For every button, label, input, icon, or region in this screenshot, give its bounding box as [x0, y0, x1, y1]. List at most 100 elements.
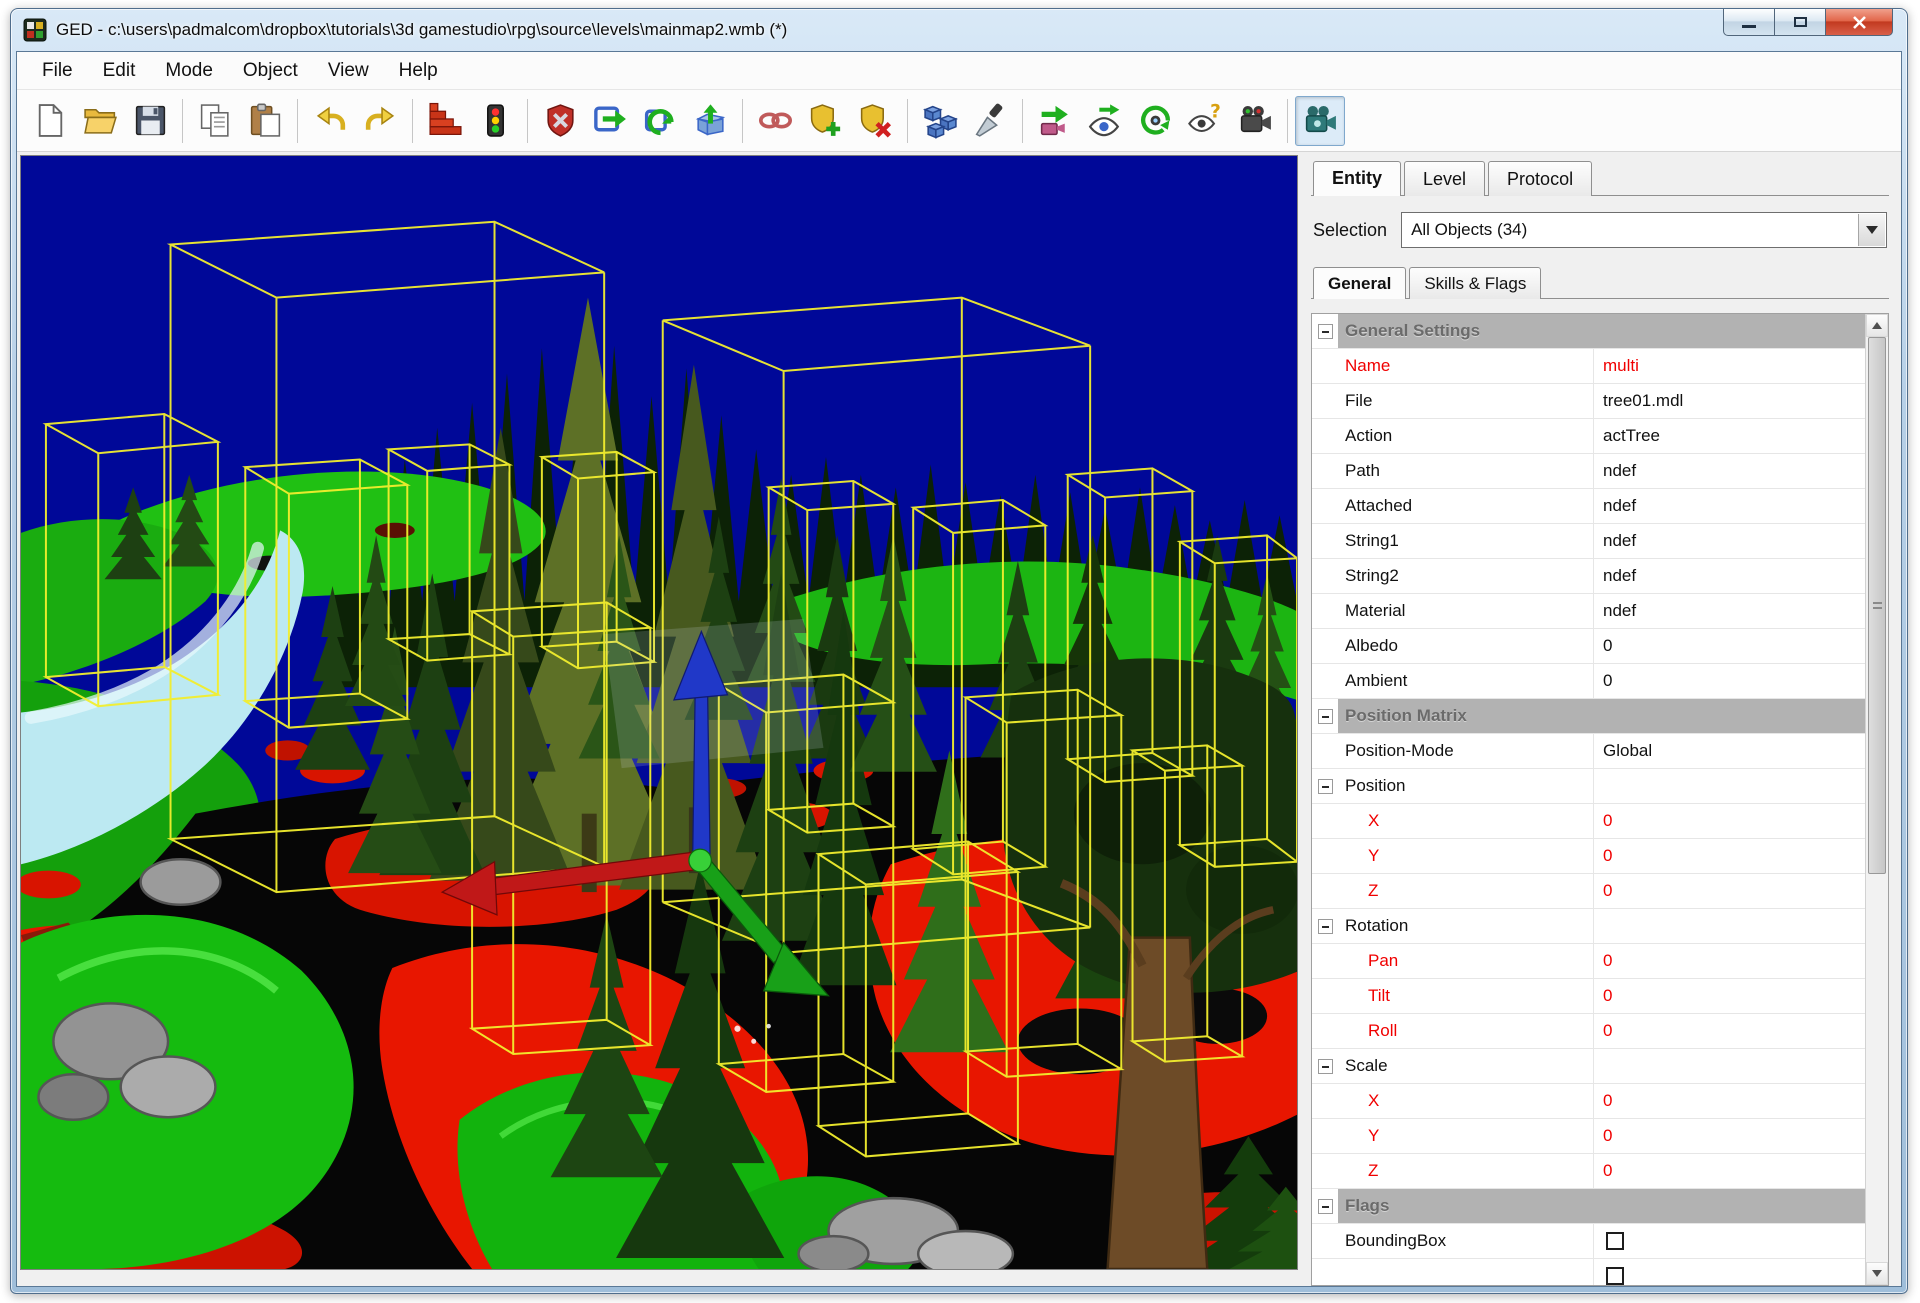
menu-file[interactable]: File [27, 54, 88, 88]
property-value[interactable] [1594, 1259, 1865, 1285]
scrollbar-thumb[interactable] [1868, 337, 1886, 874]
camera-view-button[interactable] [1295, 96, 1345, 146]
build-button[interactable] [420, 96, 470, 146]
menu-edit[interactable]: Edit [88, 54, 151, 88]
run-button[interactable] [470, 96, 520, 146]
menu-view[interactable]: View [313, 54, 384, 88]
property-value[interactable]: 0 [1594, 1154, 1865, 1188]
camera-target-button[interactable]: ? [1180, 96, 1230, 146]
property-value[interactable]: 0 [1594, 874, 1865, 908]
open-button[interactable] [75, 96, 125, 146]
property-value[interactable]: 0 [1594, 664, 1865, 698]
tab-protocol[interactable]: Protocol [1488, 161, 1592, 196]
expand-column [1312, 594, 1338, 628]
expand-column [1312, 769, 1338, 803]
expand-column [1312, 699, 1338, 733]
group-header-label: Position Matrix [1338, 699, 1865, 733]
row-blank [1312, 1259, 1865, 1285]
property-value[interactable]: tree01.mdl [1594, 384, 1865, 418]
property-value[interactable]: ndef [1594, 594, 1865, 628]
remove-entity-button[interactable] [850, 96, 900, 146]
toolbar-separator [742, 99, 743, 143]
camera-pan-button[interactable] [1080, 96, 1130, 146]
add-entity-button[interactable] [800, 96, 850, 146]
checkbox[interactable] [1606, 1267, 1624, 1285]
property-value[interactable]: 0 [1594, 979, 1865, 1013]
viewport-canvas[interactable] [20, 155, 1298, 1270]
tab-level[interactable]: Level [1404, 161, 1485, 196]
material-button[interactable] [965, 96, 1015, 146]
collapse-icon[interactable] [1318, 919, 1333, 934]
property-value[interactable]: ndef [1594, 454, 1865, 488]
selection-dropdown[interactable]: All Objects (34) [1401, 212, 1887, 248]
arrow-up-icon [1872, 322, 1882, 329]
titlebar[interactable]: GED - c:\users\padmalcom\dropbox\tutoria… [11, 9, 1907, 51]
property-value[interactable] [1594, 1049, 1865, 1083]
redo-icon [362, 102, 399, 139]
scroll-up-button[interactable] [1866, 314, 1888, 337]
property-value[interactable]: ndef [1594, 559, 1865, 593]
minimize-icon [1742, 25, 1756, 28]
select-tool-button[interactable] [535, 96, 585, 146]
save-button[interactable] [125, 96, 175, 146]
checkbox[interactable] [1606, 1232, 1624, 1250]
maximize-button[interactable] [1774, 9, 1826, 36]
collapse-icon[interactable] [1318, 1059, 1333, 1074]
menu-object[interactable]: Object [228, 54, 313, 88]
property-value[interactable] [1594, 1224, 1865, 1258]
property-value[interactable]: 0 [1594, 1014, 1865, 1048]
property-value[interactable] [1594, 909, 1865, 943]
copy-button[interactable] [190, 96, 240, 146]
scrollbar[interactable] [1865, 314, 1888, 1285]
property-value[interactable]: 0 [1594, 1119, 1865, 1153]
scale-tool-button[interactable] [685, 96, 735, 146]
scrollbar-track[interactable] [1866, 337, 1888, 1262]
camera-walk-button[interactable] [1230, 96, 1280, 146]
expand-column [1312, 1259, 1338, 1285]
collapse-icon[interactable] [1318, 779, 1333, 794]
subtab-skills-flags[interactable]: Skills & Flags [1409, 267, 1541, 299]
move-tool-button[interactable] [585, 96, 635, 146]
collapse-icon[interactable] [1318, 709, 1333, 724]
camera-target-icon: ? [1187, 102, 1224, 139]
property-value[interactable]: multi [1594, 349, 1865, 383]
expand-column [1312, 524, 1338, 558]
new-button[interactable] [25, 96, 75, 146]
gizmo-arrow-z[interactable] [693, 692, 710, 859]
subtab-general[interactable]: General [1313, 267, 1406, 299]
property-value[interactable]: 0 [1594, 804, 1865, 838]
minimize-button[interactable] [1723, 9, 1775, 36]
camera-move-button[interactable] [1030, 96, 1080, 146]
property-value[interactable]: 0 [1594, 1084, 1865, 1118]
property-value[interactable]: actTree [1594, 419, 1865, 453]
collapse-icon[interactable] [1318, 324, 1333, 339]
menu-help[interactable]: Help [384, 54, 453, 88]
window-controls [1724, 9, 1893, 36]
collapse-icon[interactable] [1318, 1199, 1333, 1214]
undo-button[interactable] [305, 96, 355, 146]
camera-rotate-button[interactable] [1130, 96, 1180, 146]
property-value[interactable]: Global [1594, 734, 1865, 768]
property-value[interactable]: 0 [1594, 944, 1865, 978]
property-value[interactable]: 0 [1594, 839, 1865, 873]
close-button[interactable] [1825, 9, 1893, 36]
property-value[interactable] [1594, 769, 1865, 803]
property-value[interactable]: 0 [1594, 629, 1865, 663]
link-button[interactable] [750, 96, 800, 146]
group-flags: Flags [1312, 1189, 1865, 1224]
tab-entity[interactable]: Entity [1313, 161, 1401, 196]
paste-button[interactable] [240, 96, 290, 146]
dropdown-button[interactable] [1858, 214, 1885, 246]
property-value[interactable]: ndef [1594, 489, 1865, 523]
toolbar-separator [412, 99, 413, 143]
gizmo-origin[interactable] [689, 849, 711, 872]
menu-mode[interactable]: Mode [150, 54, 228, 88]
property-value[interactable]: ndef [1594, 524, 1865, 558]
rotate-tool-button[interactable] [635, 96, 685, 146]
redo-button[interactable] [355, 96, 405, 146]
scroll-down-button[interactable] [1866, 1262, 1888, 1285]
group-button[interactable] [915, 96, 965, 146]
camera-rotate-icon [1137, 102, 1174, 139]
toolbar-separator [1022, 99, 1023, 143]
property-label: Z [1338, 1154, 1594, 1188]
